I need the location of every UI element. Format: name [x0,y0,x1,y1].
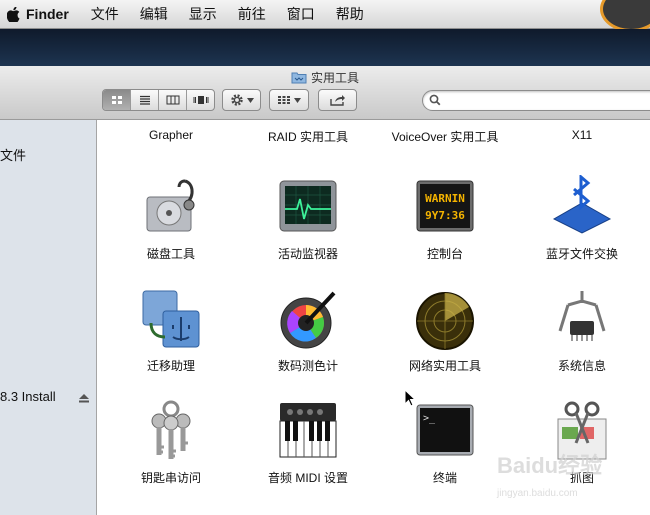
app-label: 终端 [432,471,457,485]
gear-icon [230,94,243,106]
chevron-down-icon [246,97,254,103]
menu-edit[interactable]: 编辑 [140,4,168,24]
window-title: 实用工具 [0,69,650,87]
coverflow-view-button[interactable] [187,90,214,110]
migration-assistant-icon [142,290,200,348]
share-icon [329,95,345,106]
keychain-icon [151,400,191,459]
console-line-2: 9Y7:36 [425,209,465,222]
app-activity-monitor[interactable]: 活动监视器 [238,175,378,262]
eject-icon[interactable] [79,391,89,406]
app-label: 音频 MIDI 设置 [268,471,348,485]
app-label: 钥匙串访问 [140,471,201,485]
app-digital-color-meter[interactable]: 数码测色计 [238,287,378,374]
watermark-text: Baidu经验 [497,453,603,478]
chevron-down-icon [294,97,301,103]
system-information-icon [558,291,606,341]
bluetooth-icon [552,175,612,234]
menu-bar: Finder 文件 编辑 显示 前往 窗口 帮助 [0,0,650,32]
baidu-watermark: Baidu经验 jingyan.baidu.com [497,448,647,510]
app-x11[interactable]: X11 [512,128,650,142]
app-network-utility[interactable]: 网络实用工具 [375,287,515,374]
app-label: 磁盘工具 [146,247,195,261]
app-label: 数码测色计 [277,359,338,373]
list-view-icon [139,95,150,105]
arrange-menu-button[interactable] [269,89,309,111]
app-audio-midi-setup[interactable]: 音频 MIDI 设置 [238,399,378,486]
audio-midi-icon [279,403,337,458]
menu-extra-icon[interactable] [600,0,650,32]
app-system-information[interactable]: 系统信息 [512,287,650,374]
app-migration-assistant[interactable]: 迁移助理 [101,287,241,374]
menu-file[interactable]: 文件 [91,4,119,24]
app-keychain-access[interactable]: 钥匙串访问 [101,399,241,486]
app-raid-utility[interactable]: RAID 实用工具 [238,128,378,145]
mouse-pointer-icon [404,388,417,412]
app-label: 系统信息 [557,359,606,373]
icon-view-icon [111,96,122,104]
app-label: 活动监视器 [277,247,338,261]
app-label: 蓝牙文件交换 [545,247,618,261]
arrange-grid-icon [278,96,290,104]
menu-go[interactable]: 前往 [238,4,266,24]
watermark-url: jingyan.baidu.com [497,488,578,499]
window-title-text: 实用工具 [310,71,359,85]
app-bluetooth-file-exchange[interactable]: 蓝牙文件交换 [512,175,650,262]
activity-monitor-icon [279,180,337,232]
apple-menu-icon[interactable] [0,6,26,22]
menu-help[interactable]: 帮助 [336,4,364,24]
app-label: 网络实用工具 [408,359,481,373]
color-meter-icon [280,291,336,349]
disk-utility-icon [146,179,195,232]
column-view-button[interactable] [159,90,187,110]
list-view-button[interactable] [131,90,159,110]
search-field[interactable] [422,90,650,111]
coverflow-view-icon [193,96,208,104]
app-grapher[interactable]: Grapher [101,128,241,142]
app-terminal[interactable]: >_ 终端 [375,399,515,486]
sidebar-item-documents[interactable]: 文件 [0,145,26,164]
terminal-prompt-text: >_ [423,413,436,424]
menu-window[interactable]: 窗口 [287,4,315,24]
app-label: 控制台 [426,247,463,261]
share-button[interactable] [318,89,357,111]
app-voiceover-utility[interactable]: VoiceOver 实用工具 [375,128,515,145]
view-mode-control [102,89,215,111]
menu-app-name[interactable]: Finder [26,6,69,22]
window-toolbar: 实用工具 [0,66,650,120]
column-view-icon [166,95,179,105]
search-input[interactable] [443,92,647,109]
sidebar-item-install-disk[interactable]: 8.3 Install [0,389,56,404]
app-disk-utility[interactable]: 磁盘工具 [101,175,241,262]
desktop-background [0,29,650,66]
console-icon: WARNIN 9Y7:36 [416,180,474,232]
app-console[interactable]: WARNIN 9Y7:36 控制台 [375,175,515,262]
app-label: 迁移助理 [146,359,195,373]
sidebar: 文件 8.3 Install [0,120,97,515]
console-line-1: WARNIN [425,192,465,205]
network-utility-icon [416,292,474,350]
terminal-icon: >_ [416,404,474,456]
search-icon [429,94,441,109]
action-menu-button[interactable] [222,89,261,111]
icon-view-button[interactable] [103,90,131,110]
menu-view[interactable]: 显示 [189,4,217,24]
folder-icon [291,71,307,87]
